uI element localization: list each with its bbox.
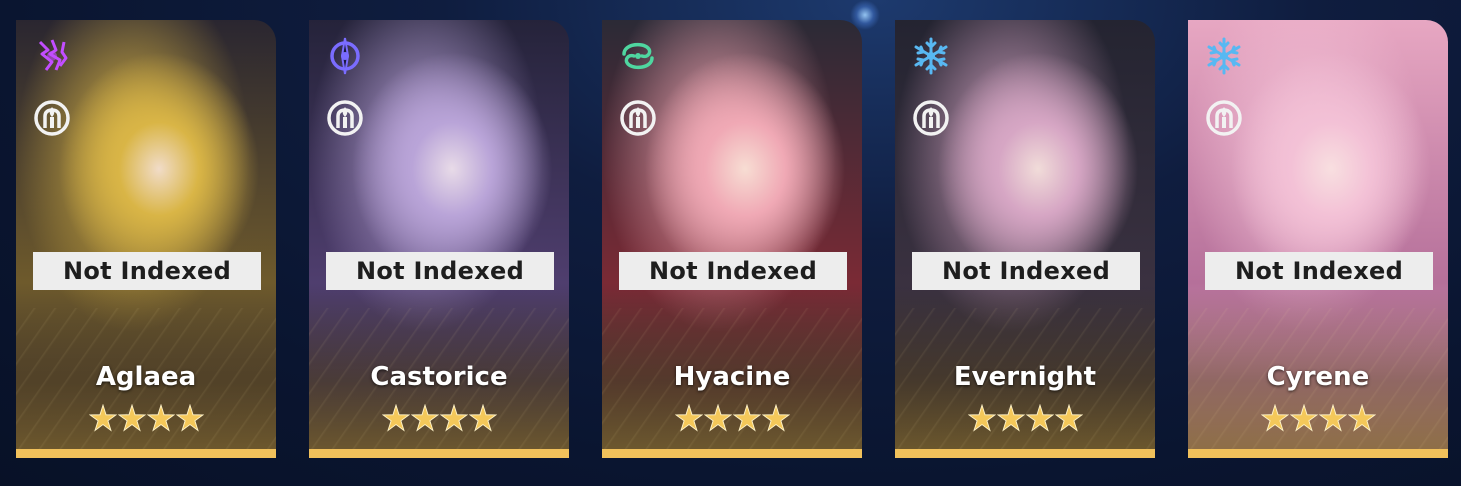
character-name: Hyacine (673, 362, 791, 392)
star-icon (732, 404, 761, 432)
star-icon (468, 404, 497, 432)
status-badge: Not Indexed (912, 252, 1140, 290)
star-icon (117, 404, 146, 432)
character-card-evernight[interactable]: Not Indexed Evernight (895, 20, 1155, 458)
star-icon (381, 404, 410, 432)
rarity-stars (602, 404, 862, 432)
star-icon (1054, 404, 1083, 432)
star-icon (1347, 404, 1376, 432)
quantum-icon (325, 36, 365, 76)
star-icon (1318, 404, 1347, 432)
rarity-stars (16, 404, 276, 432)
character-card-hyacine[interactable]: Not Indexed Hyacine (602, 20, 862, 458)
remembrance-icon (618, 98, 658, 138)
wind-icon (618, 36, 658, 76)
rarity-stars (309, 404, 569, 432)
status-badge: Not Indexed (1205, 252, 1433, 290)
status-badge: Not Indexed (619, 252, 847, 290)
star-icon (1025, 404, 1054, 432)
rarity-bar (1188, 449, 1448, 458)
star-icon (1260, 404, 1289, 432)
star-icon (439, 404, 468, 432)
rarity-bar (895, 449, 1155, 458)
lightning-icon (32, 36, 72, 76)
remembrance-icon (1204, 98, 1244, 138)
status-badge: Not Indexed (326, 252, 554, 290)
character-card-castorice[interactable]: Not Indexed Castorice (309, 20, 569, 458)
rarity-bar (309, 449, 569, 458)
rarity-bar (602, 449, 862, 458)
character-name: Castorice (370, 362, 508, 392)
character-card-aglaea[interactable]: Not Indexed Aglaea (16, 20, 276, 458)
rarity-stars (1188, 404, 1448, 432)
ice-icon (1204, 36, 1244, 76)
rarity-stars (895, 404, 1155, 432)
star-icon (703, 404, 732, 432)
star-icon (1289, 404, 1318, 432)
star-icon (146, 404, 175, 432)
remembrance-icon (325, 98, 365, 138)
rarity-bar (16, 449, 276, 458)
character-name: Cyrene (1266, 362, 1370, 392)
star-icon (761, 404, 790, 432)
star-icon (88, 404, 117, 432)
star-icon (175, 404, 204, 432)
remembrance-icon (911, 98, 951, 138)
character-name: Evernight (953, 362, 1097, 392)
character-name: Aglaea (95, 362, 197, 392)
star-icon (967, 404, 996, 432)
status-badge: Not Indexed (33, 252, 261, 290)
remembrance-icon (32, 98, 72, 138)
character-roster: Not Indexed Aglaea Not Indexed Castorice (0, 0, 1461, 486)
star-icon (410, 404, 439, 432)
star-icon (996, 404, 1025, 432)
character-card-cyrene[interactable]: Not Indexed Cyrene (1188, 20, 1448, 458)
ice-icon (911, 36, 951, 76)
star-icon (674, 404, 703, 432)
